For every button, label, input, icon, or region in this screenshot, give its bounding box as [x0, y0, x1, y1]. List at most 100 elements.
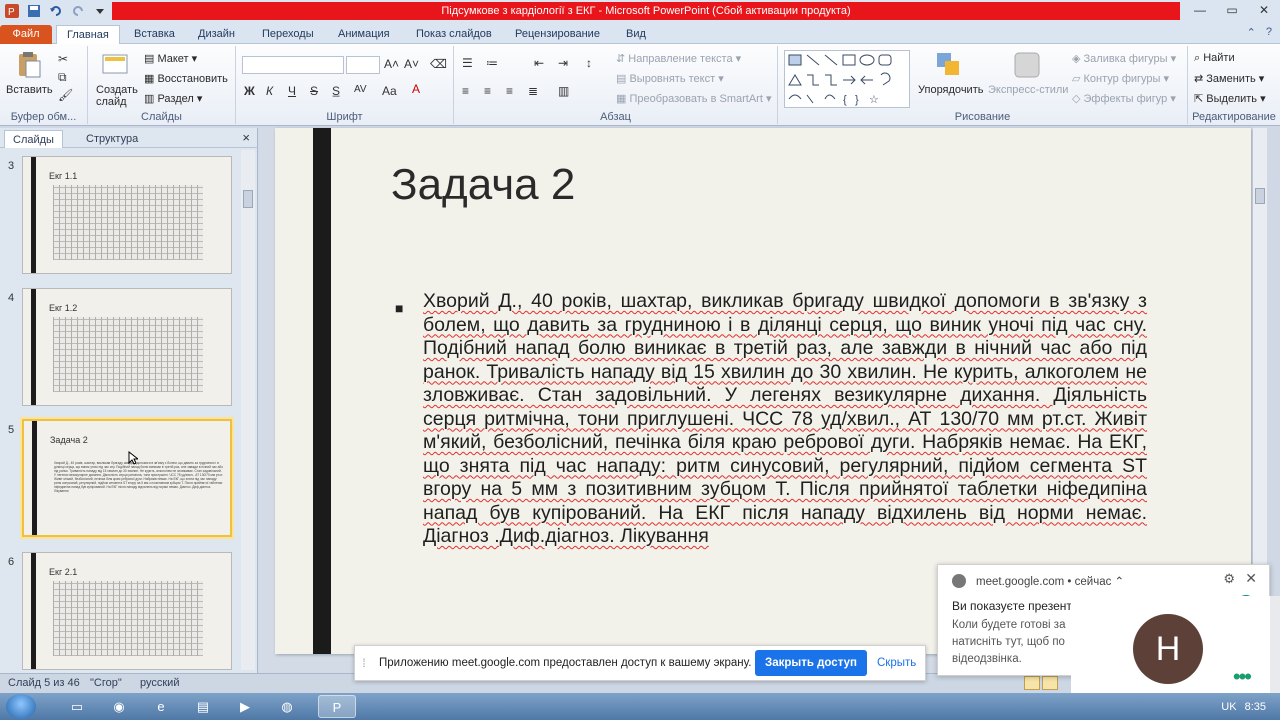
line-spacing-icon[interactable]: ↕: [586, 56, 592, 70]
settings-gear-icon[interactable]: ⚙: [1223, 571, 1235, 587]
arrange-icon[interactable]: [934, 50, 964, 80]
slides-pane-scrollbar[interactable]: [241, 150, 255, 670]
grow-font-icon[interactable]: A˄: [384, 57, 399, 71]
tab-file[interactable]: Файл: [0, 25, 52, 44]
quick-access-toolbar: P: [0, 0, 112, 22]
increase-indent-icon[interactable]: ⇥: [558, 56, 568, 70]
tab-design[interactable]: Дизайн: [198, 25, 235, 44]
explorer-taskbar-icon[interactable]: ▭: [58, 695, 96, 718]
redo-icon[interactable]: [70, 3, 86, 19]
cut-icon[interactable]: ✂: [58, 52, 68, 66]
shapes-gallery[interactable]: {} ☆: [784, 50, 910, 108]
layout-button[interactable]: ▤ Макет ▾: [144, 52, 197, 65]
new-slide-button[interactable]: Создать слайд: [96, 84, 140, 108]
tab-transitions[interactable]: Переходы: [262, 25, 314, 44]
format-painter-icon[interactable]: 🖌: [58, 88, 73, 102]
tab-insert[interactable]: Вставка: [134, 25, 175, 44]
strike-button[interactable]: S: [310, 84, 318, 98]
paste-button[interactable]: Вставить: [6, 84, 53, 96]
columns-icon[interactable]: ▥: [558, 84, 569, 98]
more-options-icon[interactable]: •••: [1233, 664, 1252, 690]
tab-animation[interactable]: Анимация: [338, 25, 390, 44]
input-language[interactable]: UK: [1221, 701, 1236, 713]
replace-button[interactable]: ⇄ Заменить ▾: [1194, 72, 1264, 85]
participant-tile[interactable]: H •••: [1071, 596, 1270, 706]
customize-qat-icon[interactable]: [92, 3, 108, 19]
slide-thumbnail-3[interactable]: Екг 1.1: [22, 156, 232, 274]
font-size-select[interactable]: [346, 56, 380, 74]
close-notification-icon[interactable]: ✕: [1245, 570, 1257, 587]
media-taskbar-icon[interactable]: ▶: [226, 695, 264, 718]
scroll-thumb[interactable]: [243, 190, 253, 208]
font-family-select[interactable]: [242, 56, 344, 74]
tab-outline-pane[interactable]: Структура: [78, 130, 146, 148]
drag-handle-icon[interactable]: ⁞: [355, 656, 373, 670]
replace-label: Заменить: [1206, 73, 1256, 85]
shadow-icon[interactable]: S̲: [332, 84, 340, 98]
bold-button[interactable]: Ж: [244, 84, 255, 98]
justify-icon[interactable]: ≣: [528, 84, 538, 98]
ie-taskbar-icon[interactable]: e: [142, 695, 180, 718]
stop-sharing-button[interactable]: Закрыть доступ: [755, 650, 867, 676]
tab-slides-pane[interactable]: Слайды: [4, 130, 63, 148]
text-direction-button[interactable]: ⇵ Направление текста ▾: [616, 52, 741, 65]
italic-button[interactable]: К: [266, 84, 273, 98]
minimize-button[interactable]: —: [1184, 0, 1216, 20]
arrange-button[interactable]: Упорядочить: [918, 84, 983, 96]
close-window-button[interactable]: ✕: [1248, 0, 1280, 20]
folder-taskbar-icon[interactable]: ▤: [184, 695, 222, 718]
find-button[interactable]: ⌕ Найти: [1194, 52, 1235, 65]
quick-styles-button[interactable]: Экспресс-стили: [988, 84, 1068, 96]
align-text-button[interactable]: ▤ Выровнять текст ▾: [616, 72, 724, 85]
copy-icon[interactable]: ⧉: [58, 70, 67, 85]
sorter-view-button[interactable]: [1042, 676, 1058, 690]
tab-home[interactable]: Главная: [56, 25, 120, 44]
smartart-button[interactable]: ▦ Преобразовать в SmartArt ▾: [616, 92, 771, 105]
shape-fill-button[interactable]: ◈ Заливка фигуры ▾: [1072, 52, 1176, 65]
maximize-button[interactable]: ▭: [1216, 0, 1248, 20]
normal-view-button[interactable]: [1024, 676, 1040, 690]
align-right-icon[interactable]: ≡: [506, 84, 513, 98]
scroll-thumb[interactable]: [1255, 188, 1265, 204]
new-slide-icon[interactable]: [100, 50, 130, 80]
powerpoint-taskbar-icon[interactable]: P: [318, 695, 356, 718]
hide-bar-link[interactable]: Скрыть: [877, 657, 916, 669]
align-left-icon[interactable]: ≡: [462, 84, 469, 98]
tab-view[interactable]: Вид: [626, 25, 646, 44]
clear-format-icon[interactable]: ⌫: [430, 57, 447, 71]
slide-thumbnail-5[interactable]: Задача 2 Хворий Д., 40 років, шахтар, ви…: [22, 419, 232, 537]
collapse-ribbon-icon[interactable]: ⌃: [1247, 26, 1256, 39]
slide-title[interactable]: Задача 2: [391, 160, 575, 210]
clock[interactable]: 8:35: [1245, 701, 1266, 713]
help-icon[interactable]: ?: [1266, 26, 1272, 39]
start-button-icon[interactable]: [6, 694, 36, 719]
slide-thumbnail-4[interactable]: Екг 1.2: [22, 288, 232, 406]
slide-thumbnail-6[interactable]: Екг 2.1: [22, 552, 232, 670]
reset-button[interactable]: ▦ Восстановить: [144, 72, 228, 85]
font-color-icon[interactable]: A: [412, 82, 420, 96]
language-indicator[interactable]: русский: [140, 677, 179, 689]
decrease-indent-icon[interactable]: ⇤: [534, 56, 544, 70]
save-icon[interactable]: [26, 3, 42, 19]
paste-icon[interactable]: [14, 50, 44, 80]
shape-outline-button[interactable]: ▱ Контур фигуры ▾: [1072, 72, 1169, 85]
close-pane-icon[interactable]: ×: [242, 130, 250, 145]
chrome-taskbar-icon[interactable]: ◍: [268, 695, 306, 718]
numbering-icon[interactable]: ≔: [486, 56, 498, 70]
slide-body-text[interactable]: Хворий Д., 40 років, шахтар, викликав бр…: [423, 290, 1147, 549]
section-button[interactable]: ▥ Раздел ▾: [144, 92, 202, 105]
underline-button[interactable]: Ч: [288, 84, 296, 98]
firefox-taskbar-icon[interactable]: ◉: [100, 695, 138, 718]
shape-effects-button[interactable]: ◇ Эффекты фигур ▾: [1072, 92, 1176, 105]
tab-review[interactable]: Рецензирование: [515, 25, 600, 44]
quick-styles-icon[interactable]: [1012, 50, 1042, 80]
group-slides: Создать слайд ▤ Макет ▾ ▦ Восстановить ▥…: [88, 46, 236, 124]
change-case-button[interactable]: Aa: [382, 84, 397, 98]
shrink-font-icon[interactable]: A˅: [404, 57, 419, 71]
tab-slideshow[interactable]: Показ слайдов: [416, 25, 492, 44]
select-button[interactable]: ⇱ Выделить ▾: [1194, 92, 1266, 105]
align-center-icon[interactable]: ≡: [484, 84, 491, 98]
char-spacing-button[interactable]: AV: [354, 84, 367, 95]
bullets-icon[interactable]: ☰: [462, 56, 473, 70]
undo-icon[interactable]: [48, 3, 64, 19]
